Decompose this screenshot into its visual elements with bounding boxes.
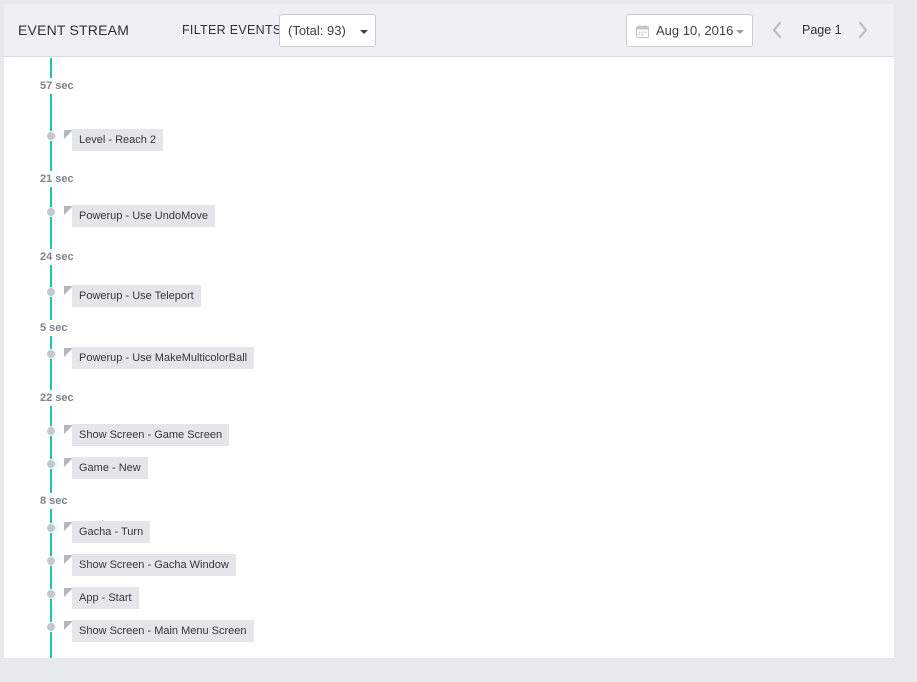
event-stream-panel: EVENT STREAM FILTER EVENTS (Total: 93) A… (4, 4, 894, 658)
event-tag[interactable]: Powerup - Use Teleport (72, 285, 201, 307)
event-dot-icon (46, 589, 56, 599)
event-tag[interactable]: Show Screen - Gacha Window (72, 554, 236, 576)
calendar-icon (636, 25, 649, 38)
event-tag[interactable]: Level - Reach 2 (72, 129, 164, 151)
event-tag[interactable]: Show Screen - Main Menu Screen (72, 620, 254, 642)
event-item: Gacha - Turn (46, 521, 346, 553)
event-tag[interactable]: Show Screen - Game Screen (72, 424, 230, 446)
event-tag[interactable]: App - Start (72, 587, 139, 609)
event-dot-icon (46, 523, 56, 533)
filter-events-label: FILTER EVENTS (182, 23, 282, 37)
panel-title: EVENT STREAM (18, 22, 130, 38)
event-tag[interactable]: Gacha - Turn (72, 521, 151, 543)
time-gap-label: 24 sec (36, 249, 78, 265)
filter-events-dropdown[interactable]: (Total: 93) (279, 14, 376, 47)
caret-down-icon (360, 30, 368, 34)
filter-events-value: (Total: 93) (288, 23, 346, 38)
event-item: Powerup - Use UndoMove (46, 205, 346, 237)
event-item: Show Screen - Main Menu Screen (46, 620, 346, 652)
event-item: Show Screen - Gacha Window (46, 554, 346, 586)
event-tag[interactable]: Powerup - Use UndoMove (72, 205, 216, 227)
event-item: Powerup - Use Teleport (46, 285, 346, 317)
event-item: Powerup - Use MakeMulticolorBall (46, 347, 346, 379)
caret-down-icon (736, 30, 744, 34)
date-picker[interactable]: Aug 10, 2016 (626, 14, 753, 47)
event-dot-icon (46, 349, 56, 359)
chevron-right-icon[interactable] (856, 20, 870, 40)
event-timeline: 57 sec Level - Reach 2 21 sec Powerup - … (4, 58, 894, 658)
event-dot-icon (46, 622, 56, 632)
page-indicator: Page 1 (802, 23, 842, 37)
event-dot-icon (46, 131, 56, 141)
time-gap-label: 5 sec (36, 320, 72, 336)
event-tag[interactable]: Game - New (72, 457, 148, 479)
time-gap-label: 8 sec (36, 493, 72, 509)
time-gap-label: 57 sec (36, 78, 78, 94)
event-dot-icon (46, 556, 56, 566)
event-dot-icon (46, 207, 56, 217)
event-item: Level - Reach 2 (46, 129, 346, 161)
panel-header: EVENT STREAM FILTER EVENTS (Total: 93) A… (4, 4, 894, 57)
event-dot-icon (46, 287, 56, 297)
time-gap-label: 21 sec (36, 171, 78, 187)
event-item: App - Start (46, 587, 346, 619)
event-item: Show Screen - Game Screen (46, 424, 346, 456)
event-tag[interactable]: Powerup - Use MakeMulticolorBall (72, 347, 255, 369)
date-value: Aug 10, 2016 (656, 23, 734, 38)
event-dot-icon (46, 459, 56, 469)
event-dot-icon (46, 426, 56, 436)
time-gap-label: 22 sec (36, 390, 78, 406)
chevron-left-icon[interactable] (770, 20, 784, 40)
event-item: Game - New (46, 457, 346, 489)
